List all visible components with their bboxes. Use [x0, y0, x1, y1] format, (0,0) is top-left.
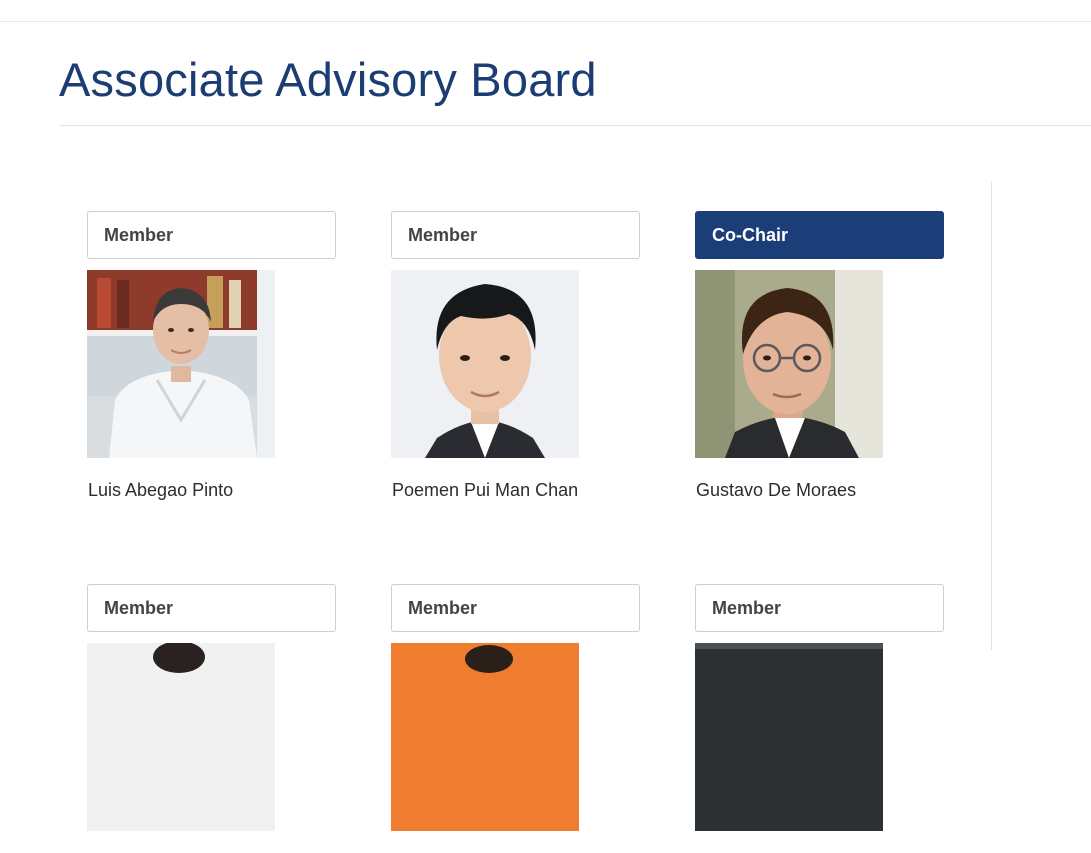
member-photo[interactable] [695, 643, 883, 831]
member-card[interactable]: Member Poemen Pui Man Chan [391, 211, 640, 501]
member-photo[interactable] [391, 643, 579, 831]
member-name[interactable]: Poemen Pui Man Chan [391, 480, 640, 501]
member-photo[interactable] [87, 270, 275, 458]
title-divider [59, 125, 1091, 126]
sidebar-divider [991, 181, 992, 650]
role-badge: Co-Chair [695, 211, 944, 259]
member-card[interactable]: Member [87, 584, 336, 853]
member-name[interactable]: Luis Abegao Pinto [87, 480, 336, 501]
role-badge: Member [695, 584, 944, 632]
role-badge: Member [87, 584, 336, 632]
member-card[interactable]: Member [695, 584, 944, 853]
member-photo[interactable] [87, 643, 275, 831]
member-card[interactable]: Member Luis Abegao Pinto [87, 211, 336, 501]
role-badge: Member [391, 584, 640, 632]
page-title: Associate Advisory Board [59, 53, 597, 106]
member-photo[interactable] [695, 270, 883, 458]
header-divider [0, 21, 1091, 22]
role-badge: Member [87, 211, 336, 259]
member-photo[interactable] [391, 270, 579, 458]
member-name[interactable]: Gustavo De Moraes [695, 480, 944, 501]
member-card[interactable]: Co-Chair Gustavo De Moraes [695, 211, 944, 501]
role-badge: Member [391, 211, 640, 259]
member-card[interactable]: Member [391, 584, 640, 853]
